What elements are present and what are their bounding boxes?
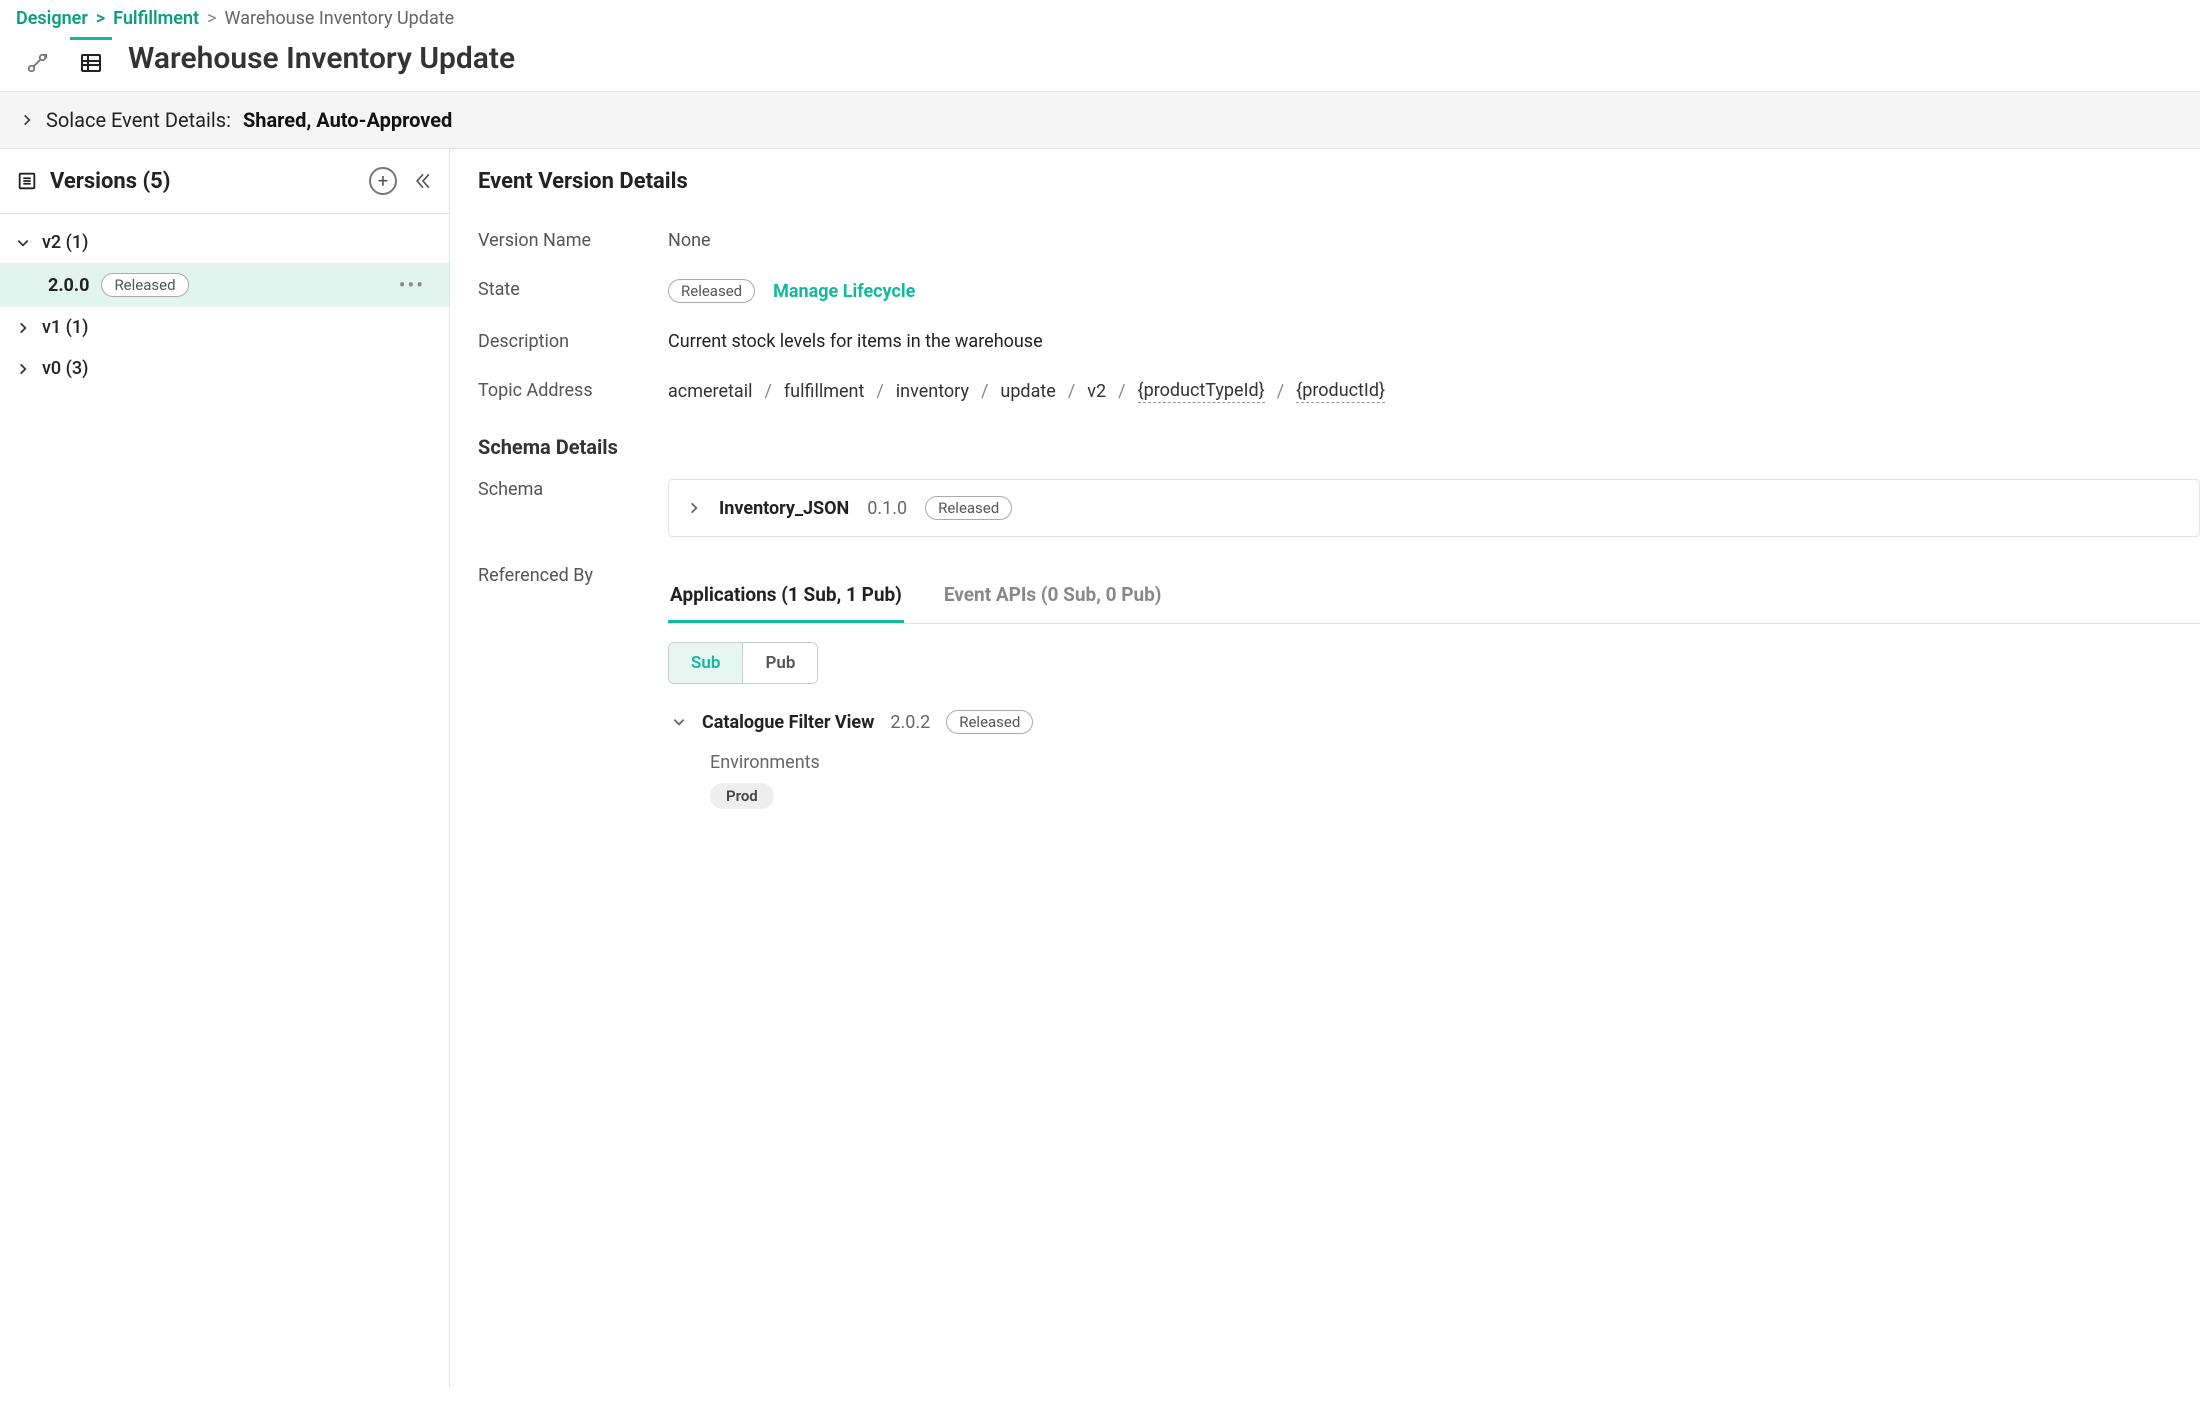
chevron-right-icon	[20, 113, 34, 127]
schema-card[interactable]: Inventory_JSON 0.1.0 Released	[668, 479, 2200, 537]
value-description: Current stock levels for items in the wa…	[668, 331, 2200, 352]
versions-panel: Versions (5) + v2 (1)	[0, 149, 450, 1387]
sub-pub-segment: Sub Pub	[668, 642, 818, 684]
referenced-app-version: 2.0.2	[890, 712, 930, 733]
crumb-current: Warehouse Inventory Update	[225, 8, 455, 29]
tab-event-apis[interactable]: Event APIs (0 Sub, 0 Pub)	[942, 573, 1164, 623]
list-icon	[16, 170, 38, 192]
table-icon	[79, 51, 103, 75]
crumb-domain[interactable]: Fulfillment	[113, 8, 199, 29]
chevron-right-icon	[687, 501, 701, 515]
seg-sub[interactable]: Sub	[669, 643, 742, 683]
chevrons-left-icon	[413, 171, 433, 191]
version-group-label: v1 (1)	[42, 317, 88, 338]
chevron-right-icon	[16, 321, 32, 335]
chevron-right-icon: >	[96, 8, 105, 29]
view-tab-table[interactable]	[70, 37, 112, 79]
label-schema: Schema	[478, 479, 668, 500]
graph-icon	[26, 52, 48, 74]
label-referenced-by: Referenced By	[478, 565, 668, 586]
referenced-app-header[interactable]: Catalogue Filter View 2.0.2 Released	[672, 710, 2200, 734]
schema-state-pill: Released	[925, 496, 1012, 520]
topic-part: acmeretail	[668, 381, 752, 402]
referenced-by-tabs: Applications (1 Sub, 1 Pub) Event APIs (…	[668, 573, 2200, 624]
environments-label: Environments	[710, 752, 2200, 773]
row-actions-button[interactable]: •••	[391, 273, 433, 297]
details-panel: Event Version Details Version Name None …	[450, 149, 2200, 1387]
topic-part: v2	[1087, 381, 1106, 402]
schema-version: 0.1.0	[867, 498, 907, 519]
topic-variable[interactable]: {productTypeId}	[1138, 380, 1265, 403]
add-version-button[interactable]: +	[369, 167, 397, 195]
state-pill: Released	[101, 273, 188, 297]
section-title: Event Version Details	[478, 169, 2200, 194]
versions-title: Versions (5)	[50, 169, 171, 194]
label-description: Description	[478, 331, 668, 352]
version-group-v0[interactable]: v0 (3)	[0, 348, 449, 389]
banner-value: Shared, Auto-Approved	[243, 108, 452, 132]
collapse-panel-button[interactable]	[413, 171, 433, 191]
page-title: Warehouse Inventory Update	[128, 41, 515, 76]
version-group-v1[interactable]: v1 (1)	[0, 307, 449, 348]
chevron-right-icon: >	[207, 8, 216, 29]
plus-icon: +	[369, 167, 397, 195]
title-row: Warehouse Inventory Update	[0, 37, 2200, 91]
event-details-banner[interactable]: Solace Event Details: Shared, Auto-Appro…	[0, 91, 2200, 149]
label-topic: Topic Address	[478, 380, 668, 401]
referenced-app-name: Catalogue Filter View	[702, 712, 874, 733]
crumb-designer[interactable]: Designer	[16, 8, 88, 29]
version-row-2-0-0[interactable]: 2.0.0 Released •••	[0, 263, 449, 307]
chevron-right-icon	[16, 362, 32, 376]
topic-part: fulfillment	[784, 381, 864, 402]
topic-address: acmeretail/ fulfillment/ inventory/ upda…	[668, 380, 2200, 403]
topic-variable[interactable]: {productId}	[1296, 380, 1385, 403]
chevron-down-icon	[16, 236, 32, 250]
schema-details-heading: Schema Details	[478, 435, 2200, 459]
version-group-label: v2 (1)	[42, 232, 88, 253]
version-number: 2.0.0	[48, 275, 89, 296]
label-state: State	[478, 279, 668, 300]
breadcrumb: Designer > Fulfillment > Warehouse Inven…	[0, 0, 2200, 37]
seg-pub[interactable]: Pub	[742, 643, 817, 683]
versions-tree: v2 (1) 2.0.0 Released ••• v1 (1)	[0, 214, 449, 397]
view-tabs	[16, 37, 112, 79]
schema-name: Inventory_JSON	[719, 498, 849, 519]
referenced-app-state-pill: Released	[946, 710, 1033, 734]
topic-part: inventory	[896, 381, 969, 402]
versions-header: Versions (5) +	[0, 149, 449, 214]
banner-label: Solace Event Details:	[46, 108, 231, 132]
value-version-name: None	[668, 230, 2200, 251]
chevron-down-icon	[672, 715, 686, 729]
tab-applications[interactable]: Applications (1 Sub, 1 Pub)	[668, 573, 904, 623]
referenced-app-item: Catalogue Filter View 2.0.2 Released Env…	[668, 710, 2200, 809]
manage-lifecycle-link[interactable]: Manage Lifecycle	[773, 281, 915, 302]
version-group-v2[interactable]: v2 (1)	[0, 222, 449, 263]
state-pill: Released	[668, 279, 755, 303]
view-tab-graph[interactable]	[16, 37, 58, 79]
environment-chip: Prod	[710, 783, 774, 809]
version-group-label: v0 (3)	[42, 358, 88, 379]
topic-part: update	[1000, 381, 1055, 402]
label-version-name: Version Name	[478, 230, 668, 251]
